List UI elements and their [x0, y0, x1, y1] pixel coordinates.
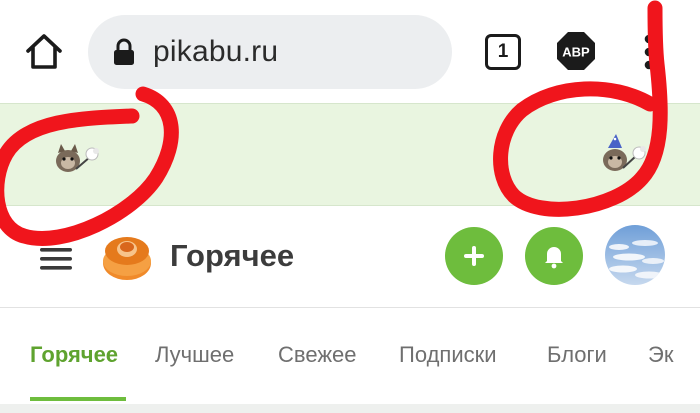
pikabu-logo[interactable] — [100, 229, 154, 283]
add-post-button[interactable] — [445, 227, 503, 285]
tab-count: 1 — [497, 41, 509, 62]
cat-wizard-image — [603, 134, 646, 171]
page-title: Горячее — [170, 238, 295, 273]
more-vert-icon[interactable] — [638, 34, 660, 72]
cat-wizard-image — [56, 144, 99, 172]
plus-icon — [464, 246, 484, 266]
content-divider — [0, 404, 700, 413]
notifications-button[interactable] — [525, 227, 583, 285]
active-tab-indicator — [30, 397, 126, 401]
tab-subscriptions[interactable]: Подписки — [399, 340, 497, 370]
url-text[interactable]: pikabu.ru — [153, 30, 278, 74]
tab-blogs[interactable]: Блоги — [547, 340, 607, 370]
tab-switcher-button[interactable]: 1 — [485, 34, 521, 70]
bell-icon — [545, 247, 563, 269]
promo-banner — [0, 103, 700, 206]
lock-icon — [114, 38, 134, 65]
tab-hot[interactable]: Горячее — [30, 340, 118, 370]
abp-label: ABP — [562, 45, 590, 60]
home-icon[interactable] — [22, 30, 66, 74]
abp-icon[interactable]: ABP — [556, 31, 596, 71]
tab-best[interactable]: Лучшее — [155, 340, 234, 370]
avatar[interactable] — [605, 225, 665, 285]
hamburger-icon[interactable] — [38, 240, 74, 276]
tab-fresh[interactable]: Свежее — [278, 340, 357, 370]
tab-more[interactable]: Эк — [648, 340, 673, 370]
